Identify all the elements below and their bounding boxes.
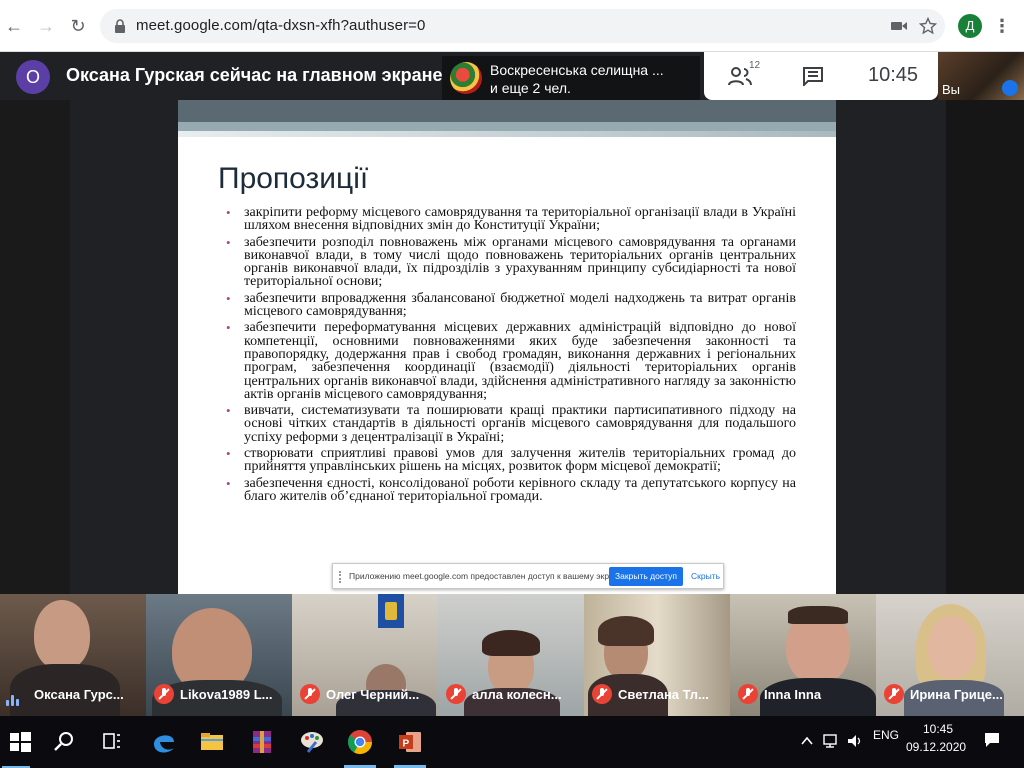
url-text[interactable]: meet.google.com/qta-dxsn-xfh?authuser=0 — [136, 17, 426, 34]
presenter-title: Оксана Гурская сейчас на главном экране — [66, 65, 443, 85]
participant-count: 12 — [749, 60, 761, 71]
self-label: Вы — [942, 82, 961, 97]
participant-name: Светлана Тл... — [618, 687, 709, 702]
mic-off-icon — [738, 684, 758, 704]
participant-tile[interactable]: Ирина Грице... — [876, 594, 1024, 716]
task-view-icon[interactable] — [96, 726, 128, 758]
meeting-controls: 12 10:45 — [704, 52, 938, 100]
mic-off-icon — [884, 684, 904, 704]
more-vert-icon[interactable]: ⋮ — [992, 14, 1012, 38]
speaking-indicator-icon — [6, 688, 22, 706]
participant-tile[interactable]: Светлана Тл... — [584, 594, 730, 716]
others-more-count: и еще 2 чел. — [490, 80, 571, 96]
svg-text:P: P — [403, 739, 410, 750]
meet-header: О Оксана Гурская сейчас на главном экран… — [0, 52, 1024, 100]
participant-avatar — [450, 62, 482, 94]
slide-bullet-list: закріпити реформу місцевого самоврядуван… — [226, 206, 796, 506]
participant-tile[interactable]: Inna Inna — [730, 594, 876, 716]
slide-bullet: створювати сприятливі правові умов для з… — [226, 447, 796, 474]
screen-share-notification: Приложению meet.google.com предоставлен … — [332, 563, 724, 589]
meeting-clock: 10:45 — [868, 64, 919, 86]
participant-strip: Оксана Гурс... Likova1989 L... Олег Черн… — [0, 594, 1024, 716]
mic-active-icon — [1002, 80, 1018, 96]
slide-bullet: вивчати, систематизувати та поширювати к… — [226, 404, 796, 445]
back-arrow-icon[interactable]: ← — [2, 14, 26, 38]
presenter-avatar: О — [16, 60, 50, 94]
mic-off-icon — [300, 684, 320, 704]
participant-name: Оксана Гурс... — [34, 687, 124, 702]
windows-start-icon[interactable] — [4, 726, 36, 758]
slide-header-band — [178, 131, 836, 137]
lock-icon[interactable] — [114, 18, 126, 34]
self-video-thumbnail[interactable]: Вы — [938, 52, 1024, 100]
participant-name: Ирина Грице... — [910, 687, 1003, 702]
share-notice-text: Приложению meet.google.com предоставлен … — [349, 571, 625, 581]
stop-sharing-button[interactable]: Закрыть доступ — [609, 567, 683, 586]
star-icon[interactable] — [919, 17, 937, 35]
file-explorer-icon[interactable] — [196, 726, 228, 758]
browser-toolbar: ← → ↻ meet.google.com/qta-dxsn-xfh?authu… — [0, 0, 1024, 52]
presented-slide: Пропозиції закріпити реформу місцевого с… — [178, 100, 836, 594]
screen: ← → ↻ meet.google.com/qta-dxsn-xfh?authu… — [0, 0, 1024, 768]
chevron-up-icon[interactable] — [800, 734, 814, 748]
chrome-icon[interactable] — [344, 726, 376, 758]
powerpoint-icon[interactable]: P — [394, 726, 426, 758]
participant-tile[interactable]: Олег Черний... — [292, 594, 438, 716]
hide-notice-link[interactable]: Скрыть — [691, 571, 720, 581]
network-icon[interactable] — [822, 732, 840, 750]
participant-tile[interactable]: Оксана Гурс... — [0, 594, 146, 716]
reload-icon[interactable]: ↻ — [66, 14, 90, 38]
participant-name: Олег Черний... — [326, 687, 420, 702]
input-language[interactable]: ENG — [873, 728, 899, 742]
participant-name: алла колесн... — [472, 687, 562, 702]
slide-bullet: забезпечення єдності, консолідованої роб… — [226, 476, 796, 503]
mic-off-icon — [446, 684, 466, 704]
stage-margin — [0, 100, 70, 594]
others-first-name: Воскресенська селищна ... — [490, 62, 664, 78]
chat-icon[interactable] — [802, 66, 824, 86]
mic-off-icon — [154, 684, 174, 704]
participant-name: Inna Inna — [764, 687, 822, 702]
winrar-icon[interactable] — [246, 726, 278, 758]
drag-handle-icon[interactable] — [339, 571, 343, 583]
participant-tile[interactable]: Likova1989 L... — [146, 594, 292, 716]
slide-bullet: забезпечити розподіл повноважень між орг… — [226, 235, 796, 289]
taskbar-time[interactable]: 10:45 — [920, 722, 956, 736]
slide-header-band — [178, 122, 836, 131]
notification-center-icon[interactable] — [982, 730, 1002, 750]
camera-icon[interactable] — [890, 17, 908, 35]
other-participants-card[interactable]: Воскресенська селищна ... и еще 2 чел. — [442, 56, 700, 100]
slide-title: Пропозиції — [218, 162, 369, 195]
forward-arrow-icon[interactable]: → — [34, 14, 58, 38]
edge-icon[interactable] — [148, 726, 180, 758]
slide-bullet: забезпечити впровадження збалансованої б… — [226, 291, 796, 318]
stage-margin — [946, 100, 1024, 594]
slide-bullet: забезпечити переформатування місцевих де… — [226, 321, 796, 401]
paint-icon[interactable] — [296, 726, 328, 758]
participant-name: Likova1989 L... — [180, 687, 273, 702]
address-bar[interactable]: meet.google.com/qta-dxsn-xfh?authuser=0 — [100, 9, 945, 43]
windows-taskbar: P ENG 10:45 09.12.2020 — [0, 716, 1024, 768]
search-icon[interactable] — [48, 726, 80, 758]
profile-avatar[interactable]: Д — [958, 14, 982, 38]
taskbar-date[interactable]: 09.12.2020 — [906, 740, 966, 754]
presentation-stage: Пропозиції закріпити реформу місцевого с… — [0, 100, 1024, 594]
slide-header-band — [178, 100, 836, 122]
volume-icon[interactable] — [846, 732, 864, 750]
slide-bullet: закріпити реформу місцевого самоврядуван… — [226, 206, 796, 233]
mic-off-icon — [592, 684, 612, 704]
participant-tile[interactable]: алла колесн... — [438, 594, 584, 716]
